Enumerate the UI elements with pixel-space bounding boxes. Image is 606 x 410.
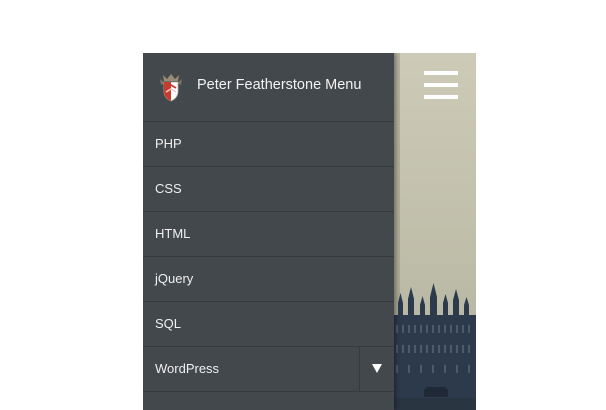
drawer-header: Peter Featherstone Menu <box>143 53 394 122</box>
menu-item-sql[interactable]: SQL <box>143 302 394 347</box>
hamburger-menu-icon[interactable] <box>424 71 458 99</box>
hamburger-bar <box>424 95 458 99</box>
menu-item-css[interactable]: CSS <box>143 167 394 212</box>
crest-shield-icon[interactable] <box>157 71 185 103</box>
mobile-viewport: Peter Featherstone Menu PHP CSS HTML jQu… <box>143 53 476 410</box>
menu-item-label: SQL <box>155 316 182 331</box>
cityscape-illustration <box>394 53 476 410</box>
menu-item-label: WordPress <box>155 361 220 376</box>
menu-item-label: HTML <box>155 226 191 241</box>
menu-item-jquery[interactable]: jQuery <box>143 257 394 302</box>
hamburger-bar <box>424 71 458 75</box>
submenu-toggle-button[interactable] <box>359 347 395 391</box>
menu-item-php[interactable]: PHP <box>143 122 394 167</box>
menu-item-label: PHP <box>155 136 182 151</box>
nav-menu-list: PHP CSS HTML jQuery SQL WordPress <box>143 122 394 392</box>
brand-title[interactable]: Peter Featherstone Menu <box>197 75 361 95</box>
hero-background-image <box>394 53 476 410</box>
menu-item-label: jQuery <box>155 271 194 286</box>
menu-item-html[interactable]: HTML <box>143 212 394 257</box>
hamburger-bar <box>424 83 458 87</box>
menu-item-wordpress[interactable]: WordPress <box>143 347 394 392</box>
menu-item-label: CSS <box>155 181 182 196</box>
caret-down-icon <box>372 364 382 373</box>
page: Peter Featherstone Menu PHP CSS HTML jQu… <box>0 0 606 410</box>
side-drawer-menu: Peter Featherstone Menu PHP CSS HTML jQu… <box>143 53 394 410</box>
